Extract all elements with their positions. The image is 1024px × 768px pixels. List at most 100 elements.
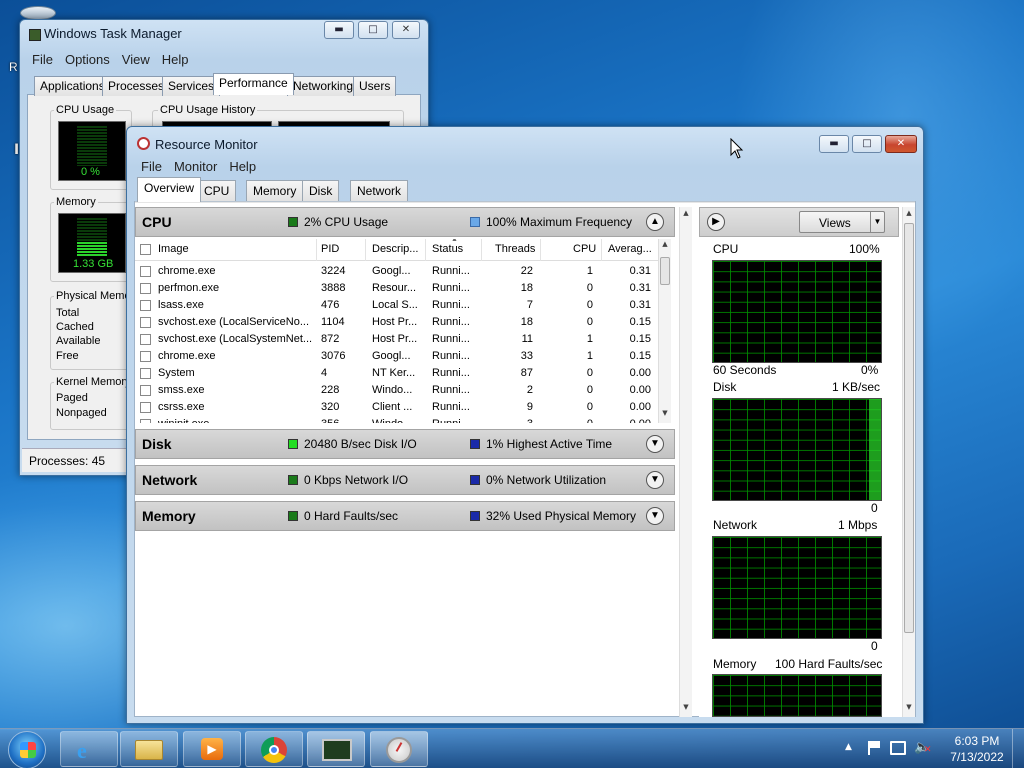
column-description[interactable]: Descrip...: [372, 243, 418, 255]
table-row[interactable]: chrome.exe 3076 Googl... Runni... 33 1 0.15: [135, 348, 655, 365]
table-row[interactable]: wininit.exe 356 Windo... Runni... 3 0 0.00: [135, 416, 655, 423]
menu-help[interactable]: Help: [156, 50, 195, 69]
resource-monitor-icon: [137, 137, 150, 150]
tab-performance[interactable]: Performance: [213, 73, 294, 95]
views-label: Views: [819, 216, 851, 230]
menu-options[interactable]: Options: [59, 50, 116, 69]
cpu-section-header[interactable]: CPU 2% CPU Usage 100% Maximum Frequency …: [135, 207, 675, 237]
tab-network[interactable]: Network: [350, 180, 409, 201]
tab-overview[interactable]: Overview: [137, 177, 202, 202]
tab-services[interactable]: Services: [162, 76, 221, 96]
clock-time[interactable]: 6:03 PM: [944, 734, 1010, 748]
chevron-down-icon[interactable]: ▼: [646, 471, 664, 489]
left-pane-scrollbar[interactable]: ▲ ▼: [679, 207, 692, 717]
column-threads[interactable]: Threads: [495, 243, 535, 255]
row-checkbox[interactable]: [140, 334, 151, 345]
taskbar-task-manager[interactable]: [307, 731, 365, 767]
row-checkbox[interactable]: [140, 385, 151, 396]
table-row[interactable]: svchost.exe (LocalSystemNet... 872 Host Pr…: [135, 331, 655, 348]
volume-muted-icon[interactable]: 🔈 ✕: [914, 740, 932, 755]
menu-monitor[interactable]: Monitor: [168, 157, 223, 176]
column-pid[interactable]: PID: [321, 243, 339, 255]
scroll-up-arrow-icon[interactable]: ▲: [680, 209, 692, 221]
scroll-down-arrow-icon[interactable]: ▼: [659, 409, 671, 421]
select-all-checkbox[interactable]: [140, 244, 151, 255]
tab-cpu[interactable]: CPU: [197, 180, 237, 201]
taskbar-windows-explorer[interactable]: [120, 731, 178, 767]
table-row[interactable]: lsass.exe 476 Local S... Runni... 7 0 0.31: [135, 297, 655, 314]
table-row[interactable]: chrome.exe 3224 Googl... Runni... 22 1 0.31: [135, 263, 655, 280]
network-icon[interactable]: [890, 741, 906, 755]
row-checkbox[interactable]: [140, 419, 151, 423]
cell-status: Runni...: [432, 367, 470, 379]
scroll-up-arrow-icon[interactable]: ▲: [903, 209, 915, 221]
menu-view[interactable]: View: [116, 50, 156, 69]
cell-status: Runni...: [432, 401, 470, 413]
network-section-header[interactable]: Network 0 Kbps Network I/O 0% Network Ut…: [135, 465, 675, 495]
show-hidden-icons-button[interactable]: ▲: [845, 742, 852, 752]
process-table-scrollbar[interactable]: ▲ ▼: [658, 239, 671, 423]
graph-pane-scrollbar[interactable]: ▲ ▼: [902, 207, 915, 717]
tab-processes[interactable]: Processes: [102, 76, 171, 96]
menu-help[interactable]: Help: [223, 157, 262, 176]
close-button[interactable]: ✕: [392, 21, 420, 39]
minimize-button[interactable]: ▬: [819, 135, 849, 153]
window-title: Resource Monitor: [155, 137, 258, 152]
menu-file[interactable]: File: [135, 157, 168, 176]
recycle-bin-icon[interactable]: [20, 6, 56, 20]
disk-section-header[interactable]: Disk 20480 B/sec Disk I/O 1% Highest Act…: [135, 429, 675, 459]
memory-section-header[interactable]: Memory 0 Hard Faults/sec 32% Used Physic…: [135, 501, 675, 531]
table-row[interactable]: System 4 NT Ker... Runni... 87 0 0.00: [135, 365, 655, 382]
taskbar: e ▶ ▲ 🔈 ✕ 6:03 PM 7/13/2022: [0, 728, 1024, 768]
chevron-down-icon[interactable]: ▼: [646, 435, 664, 453]
row-checkbox[interactable]: [140, 368, 151, 379]
taskbar-chrome[interactable]: [245, 731, 303, 767]
chevron-up-icon[interactable]: ▲: [646, 213, 664, 231]
table-row[interactable]: csrss.exe 320 Client ... Runni... 9 0 0.00: [135, 399, 655, 416]
clock-date[interactable]: 7/13/2022: [944, 750, 1010, 764]
column-average[interactable]: Averag...: [608, 243, 652, 255]
tab-users[interactable]: Users: [353, 76, 397, 96]
tab-memory[interactable]: Memory: [246, 180, 304, 201]
start-button[interactable]: [8, 731, 46, 768]
column-image[interactable]: Image: [158, 243, 189, 255]
row-checkbox[interactable]: [140, 283, 151, 294]
maximize-button[interactable]: □: [358, 21, 388, 39]
taskbar-media-player[interactable]: ▶: [183, 731, 241, 767]
scroll-thumb[interactable]: [904, 223, 914, 633]
taskbar-internet-explorer[interactable]: e: [60, 731, 118, 767]
scroll-down-arrow-icon[interactable]: ▼: [903, 703, 915, 715]
column-cpu[interactable]: CPU: [573, 243, 596, 255]
row-checkbox[interactable]: [140, 300, 151, 311]
row-checkbox[interactable]: [140, 351, 151, 362]
action-center-flag-icon[interactable]: [868, 741, 880, 755]
cell-cpu: 0: [586, 282, 593, 294]
maximize-button[interactable]: □: [852, 135, 882, 153]
table-row[interactable]: perfmon.exe 3888 Resour... Runni... 18 0 0.31: [135, 280, 655, 297]
tab-networking[interactable]: Networking: [287, 76, 360, 96]
table-row[interactable]: svchost.exe (LocalServiceNo... 1104 Host P…: [135, 314, 655, 331]
memory-value: 1.33 GB: [73, 258, 114, 270]
cell-status: Runni...: [432, 265, 470, 277]
resource-monitor-window[interactable]: Resource Monitor ▬ □ ✕ File Monitor Help O…: [126, 126, 924, 724]
row-checkbox[interactable]: [140, 317, 151, 328]
chevron-down-icon[interactable]: ▼: [646, 507, 664, 525]
scroll-thumb[interactable]: [660, 257, 670, 285]
tab-disk[interactable]: Disk: [302, 180, 340, 201]
row-checkbox[interactable]: [140, 266, 151, 277]
row-checkbox[interactable]: [140, 402, 151, 413]
menu-file[interactable]: File: [26, 50, 59, 69]
taskbar-resource-monitor[interactable]: [370, 731, 428, 767]
kernel-memory-group: [50, 382, 132, 430]
tab-applications[interactable]: Applications: [34, 76, 111, 96]
cell-avg: 0.00: [629, 384, 651, 396]
minimize-button[interactable]: ▬: [324, 21, 354, 39]
scroll-down-arrow-icon[interactable]: ▼: [680, 703, 692, 715]
views-button[interactable]: Views ▼: [799, 211, 885, 233]
table-row[interactable]: smss.exe 228 Windo... Runni... 2 0 0.00: [135, 382, 655, 399]
column-status[interactable]: Status: [432, 243, 463, 255]
scroll-up-arrow-icon[interactable]: ▲: [659, 240, 671, 252]
close-button[interactable]: ✕: [885, 135, 917, 153]
show-desktop-button[interactable]: [1012, 729, 1024, 768]
expand-arrow-icon[interactable]: ▶: [707, 213, 725, 231]
